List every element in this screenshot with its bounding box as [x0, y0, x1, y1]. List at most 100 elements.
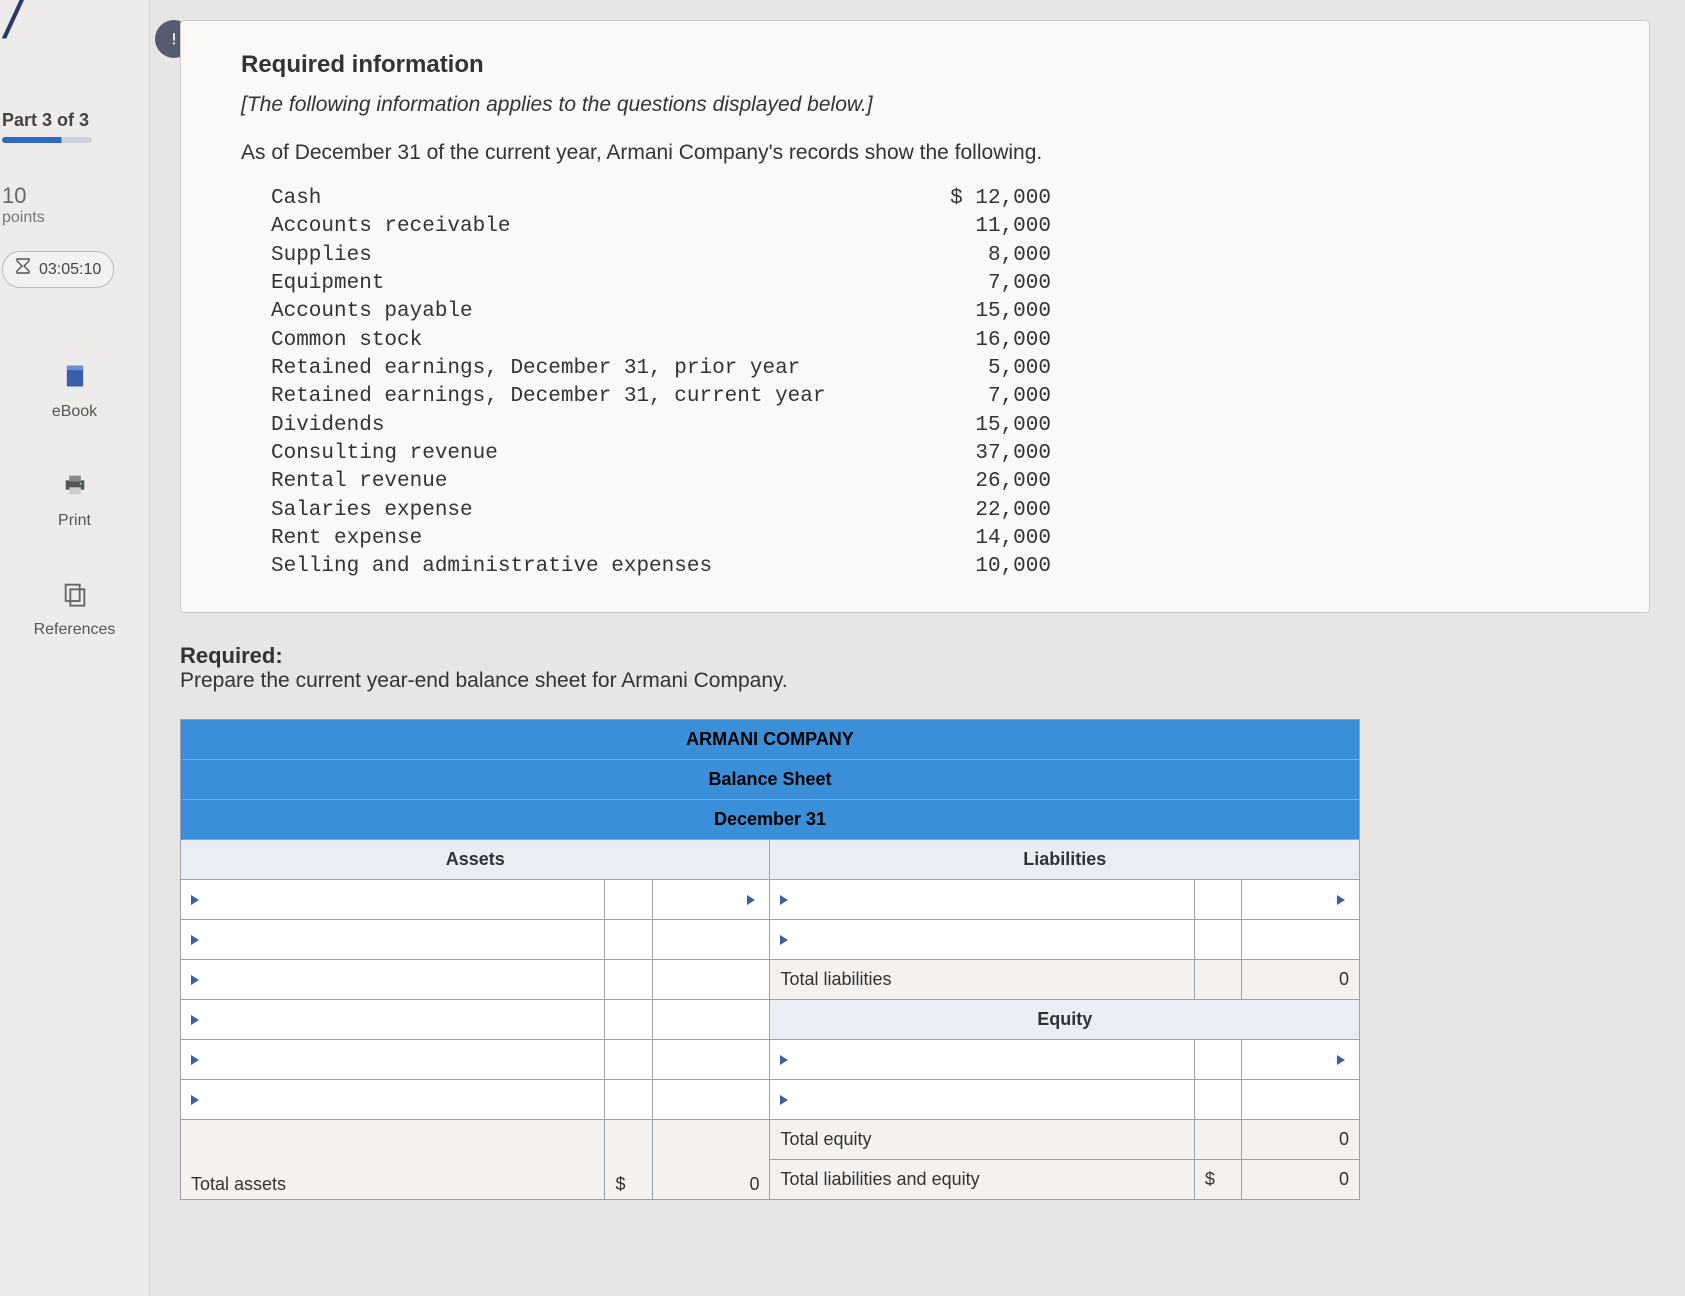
record-row: Consulting revenue37,000: [271, 440, 1619, 468]
equity-currency-2[interactable]: [1194, 1079, 1241, 1119]
record-label: Rent expense: [271, 525, 911, 553]
record-value: 7,000: [911, 270, 1051, 298]
asset-account-4[interactable]: [181, 999, 605, 1039]
record-row: Retained earnings, December 31, current …: [271, 383, 1619, 411]
required-info-title: Required information: [241, 51, 1619, 79]
liab-currency-1[interactable]: [1194, 879, 1241, 919]
asset-currency-2[interactable]: [605, 919, 652, 959]
asset-currency-5[interactable]: [605, 1039, 652, 1079]
record-row: Selling and administrative expenses10,00…: [271, 553, 1619, 581]
asset-amount-6[interactable]: [652, 1079, 770, 1119]
asset-account-2[interactable]: [181, 919, 605, 959]
dropdown-icon: [1337, 1055, 1345, 1065]
record-value: $ 12,000: [911, 185, 1051, 213]
record-label: Accounts payable: [271, 298, 911, 326]
record-row: Salaries expense22,000: [271, 497, 1619, 525]
total-equity-value: 0: [1242, 1119, 1360, 1159]
asset-account-1[interactable]: [181, 879, 605, 919]
sheet-title-type: Balance Sheet: [181, 759, 1360, 799]
record-label: Consulting revenue: [271, 440, 911, 468]
asset-currency-3[interactable]: [605, 959, 652, 999]
equity-account-2[interactable]: [770, 1079, 1194, 1119]
dropdown-icon: [191, 895, 199, 905]
record-label: Common stock: [271, 327, 911, 355]
record-label: Equipment: [271, 270, 911, 298]
slash-decor: /: [5, 0, 21, 52]
progress-bar: [2, 137, 92, 143]
liab-currency-2[interactable]: [1194, 919, 1241, 959]
liab-account-1[interactable]: [770, 879, 1194, 919]
record-value: 14,000: [911, 525, 1051, 553]
equity-currency-1[interactable]: [1194, 1039, 1241, 1079]
hourglass-icon: [15, 258, 31, 281]
liabilities-header: Liabilities: [770, 839, 1360, 879]
record-value: 8,000: [911, 242, 1051, 270]
record-value: 10,000: [911, 553, 1051, 581]
equity-account-1[interactable]: [770, 1039, 1194, 1079]
record-value: 11,000: [911, 213, 1051, 241]
record-value: 22,000: [911, 497, 1051, 525]
info-box: Required information [The following info…: [180, 20, 1650, 613]
points-number: 10: [2, 183, 149, 209]
total-liabilities-label: Total liabilities: [770, 959, 1194, 999]
record-label: Supplies: [271, 242, 911, 270]
record-value: 15,000: [911, 412, 1051, 440]
timer: 03:05:10: [2, 251, 114, 288]
equity-header: Equity: [770, 999, 1360, 1039]
asset-amount-1[interactable]: [652, 879, 770, 919]
copy-icon: [0, 580, 149, 615]
asset-amount-5[interactable]: [652, 1039, 770, 1079]
points-block: 10 points: [2, 183, 149, 227]
print-label: Print: [58, 512, 91, 529]
record-row: Accounts payable15,000: [271, 298, 1619, 326]
dropdown-icon: [191, 935, 199, 945]
record-row: Cash$ 12,000: [271, 185, 1619, 213]
sidebar: / Part 3 of 3 10 points 03:05:10 eBook P…: [0, 0, 150, 1296]
liab-account-2[interactable]: [770, 919, 1194, 959]
total-assets-label: Total assets: [181, 1119, 605, 1199]
references-tool[interactable]: References: [0, 580, 149, 639]
liab-amount-2[interactable]: [1242, 919, 1360, 959]
assets-header: Assets: [181, 839, 770, 879]
total-liab-currency: [1194, 959, 1241, 999]
record-label: Accounts receivable: [271, 213, 911, 241]
total-liab-equity-label: Total liabilities and equity: [770, 1159, 1194, 1199]
dropdown-icon: [780, 1055, 788, 1065]
content: Required information [The following info…: [170, 20, 1650, 1200]
part-label: Part 3 of 3: [0, 110, 149, 131]
info-subhead: [The following information applies to th…: [241, 93, 1619, 117]
required-heading: Required:: [180, 643, 283, 668]
print-tool[interactable]: Print: [0, 471, 149, 530]
total-equity-label: Total equity: [770, 1119, 1194, 1159]
ebook-tool[interactable]: eBook: [0, 362, 149, 421]
asset-currency-1[interactable]: [605, 879, 652, 919]
asset-account-6[interactable]: [181, 1079, 605, 1119]
balance-sheet-table: ARMANI COMPANY Balance Sheet December 31…: [180, 719, 1360, 1200]
equity-amount-2[interactable]: [1242, 1079, 1360, 1119]
asset-currency-6[interactable]: [605, 1079, 652, 1119]
references-label: References: [34, 621, 116, 638]
record-value: 15,000: [911, 298, 1051, 326]
dropdown-icon: [780, 1095, 788, 1105]
liab-amount-1[interactable]: [1242, 879, 1360, 919]
dropdown-icon: [780, 935, 788, 945]
record-value: 16,000: [911, 327, 1051, 355]
required-text: Prepare the current year-end balance she…: [180, 669, 788, 692]
total-assets-currency: $: [605, 1119, 652, 1199]
dropdown-icon: [191, 1015, 199, 1025]
record-row: Retained earnings, December 31, prior ye…: [271, 355, 1619, 383]
equity-amount-1[interactable]: [1242, 1039, 1360, 1079]
asset-amount-3[interactable]: [652, 959, 770, 999]
asset-account-5[interactable]: [181, 1039, 605, 1079]
total-assets-value: 0: [652, 1119, 770, 1199]
asset-account-3[interactable]: [181, 959, 605, 999]
asset-currency-4[interactable]: [605, 999, 652, 1039]
record-label: Retained earnings, December 31, current …: [271, 383, 911, 411]
dropdown-icon: [191, 1055, 199, 1065]
asset-amount-4[interactable]: [652, 999, 770, 1039]
dropdown-icon: [780, 895, 788, 905]
sheet-title-date: December 31: [181, 799, 1360, 839]
dropdown-icon: [191, 975, 199, 985]
asset-amount-2[interactable]: [652, 919, 770, 959]
record-row: Accounts receivable11,000: [271, 213, 1619, 241]
